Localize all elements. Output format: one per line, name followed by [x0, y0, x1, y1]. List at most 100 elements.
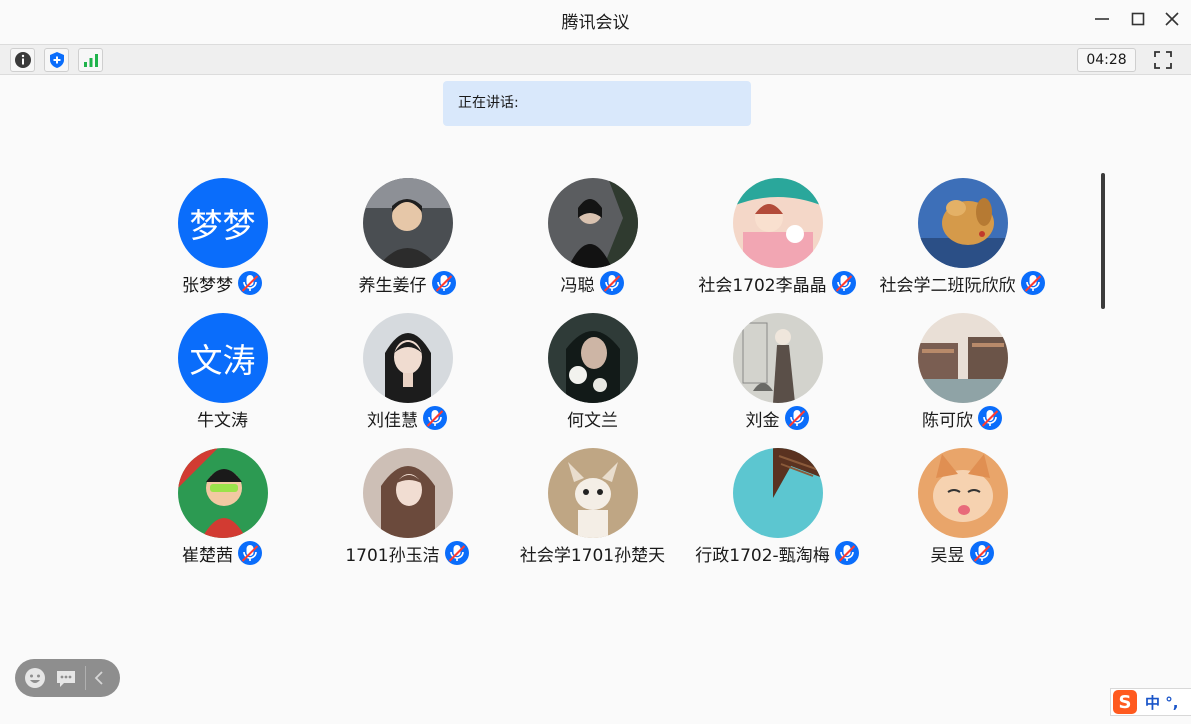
close-button[interactable]	[1157, 7, 1187, 31]
chihuahua-photo-icon	[547, 448, 638, 538]
participant-name: 1701孙玉洁	[345, 545, 440, 566]
avatar[interactable]	[917, 448, 1008, 538]
participant-tile[interactable]: 社会1702李晶晶	[685, 178, 870, 303]
maximize-icon	[1131, 12, 1145, 26]
mic-icon[interactable]	[977, 405, 1003, 431]
person-photo-icon	[547, 178, 638, 268]
meeting-window: 腾讯会议 04:28 正在讲话: 梦梦 张梦梦 养生姜仔 冯聪 社会1702李晶…	[0, 0, 1191, 724]
participant-name: 社会学二班阮欣欣	[879, 275, 1016, 296]
ime-mode-text: 中 °,	[1145, 693, 1179, 712]
avatar[interactable]	[177, 448, 268, 538]
network-status-button[interactable]	[78, 48, 103, 72]
signal-icon	[83, 54, 98, 67]
grid-scrollbar[interactable]	[1101, 173, 1105, 309]
participant-tile[interactable]: 刘佳慧	[315, 313, 500, 438]
mic-icon[interactable]	[1020, 270, 1046, 296]
meeting-info-button[interactable]	[10, 48, 35, 72]
person-photo-icon	[362, 313, 453, 403]
meeting-toolbar: 04:28	[0, 44, 1191, 75]
participant-tile[interactable]: 社会学1701孙楚天	[500, 448, 685, 573]
person-photo-icon	[362, 178, 453, 268]
avatar[interactable]: 梦梦	[177, 178, 268, 268]
mic-icon[interactable]	[599, 270, 625, 296]
participant-tile[interactable]: 行政1702-甄淘梅	[685, 448, 870, 573]
dog-photo-icon	[917, 178, 1008, 268]
avatar[interactable]	[362, 448, 453, 538]
participant-name: 崔楚茜	[182, 545, 233, 566]
participant-name: 养生姜仔	[358, 275, 427, 296]
participant-tile[interactable]: 冯聪	[500, 178, 685, 303]
participant-name: 刘佳慧	[367, 410, 418, 431]
sketch-girl-icon	[732, 313, 823, 403]
info-icon	[14, 52, 31, 68]
mic-icon[interactable]	[784, 405, 810, 431]
participant-tile[interactable]: 社会学二班阮欣欣	[870, 178, 1055, 303]
avatar[interactable]	[547, 313, 638, 403]
participant-tile[interactable]: 1701孙玉洁	[315, 448, 500, 573]
mic-icon[interactable]	[422, 405, 448, 431]
minimize-icon	[1095, 18, 1109, 20]
mic-icon[interactable]	[431, 270, 457, 296]
participant-name: 吴昱	[930, 545, 965, 566]
chat-icon	[57, 671, 75, 687]
participant-tile[interactable]: 崔楚茜	[130, 448, 315, 573]
participant-name: 陈可欣	[922, 410, 973, 431]
toolbar-divider	[85, 666, 86, 690]
speaking-banner: 正在讲话:	[443, 81, 751, 126]
ime-indicator[interactable]: S 中 °,	[1110, 688, 1191, 716]
participant-name: 牛文涛	[197, 410, 248, 431]
mic-icon[interactable]	[237, 270, 263, 296]
meeting-timer: 04:28	[1077, 48, 1136, 72]
fullscreen-icon	[1154, 51, 1172, 69]
cartoon-boy-icon	[177, 448, 268, 538]
avatar[interactable]	[547, 448, 638, 538]
minimize-button[interactable]	[1087, 7, 1117, 31]
participant-tile[interactable]: 吴昱	[870, 448, 1055, 573]
maximize-button[interactable]	[1123, 7, 1153, 31]
mic-icon[interactable]	[444, 540, 470, 566]
participant-name: 冯聪	[560, 275, 595, 296]
person-photo-icon	[362, 448, 453, 538]
city-photo-icon	[917, 313, 1008, 403]
avatar[interactable]	[547, 178, 638, 268]
cat-photo-icon	[917, 448, 1008, 538]
mic-icon[interactable]	[237, 540, 263, 566]
participant-name: 社会学1701孙楚天	[519, 545, 666, 566]
sogou-logo-icon: S	[1113, 690, 1137, 714]
participant-name: 张梦梦	[182, 275, 233, 296]
participant-name: 行政1702-甄淘梅	[695, 545, 830, 566]
close-icon	[1165, 12, 1179, 26]
participant-tile[interactable]: 刘金	[685, 313, 870, 438]
avatar[interactable]	[362, 313, 453, 403]
participant-name: 社会1702李晶晶	[698, 275, 827, 296]
avatar[interactable]: 文涛	[177, 313, 268, 403]
participant-tile[interactable]: 陈可欣	[870, 313, 1055, 438]
avatar[interactable]	[917, 313, 1008, 403]
participant-name: 刘金	[745, 410, 780, 431]
avatar[interactable]	[917, 178, 1008, 268]
participant-name: 何文兰	[567, 410, 618, 431]
participant-tile[interactable]: 何文兰	[500, 313, 685, 438]
avatar[interactable]	[732, 448, 823, 538]
mic-icon[interactable]	[969, 540, 995, 566]
participant-tile[interactable]: 养生姜仔	[315, 178, 500, 303]
emoji-icon	[25, 668, 45, 688]
window-title: 腾讯会议	[561, 13, 630, 33]
person-photo-icon	[547, 313, 638, 403]
chevron-left-icon	[94, 671, 103, 685]
collapse-button[interactable]	[89, 667, 111, 689]
avatar[interactable]	[732, 313, 823, 403]
fullscreen-button[interactable]	[1150, 48, 1176, 72]
cartoon-girl-icon	[732, 178, 823, 268]
title-bar: 腾讯会议	[0, 0, 1191, 44]
emoji-button[interactable]	[24, 667, 46, 689]
abstract-image-icon	[732, 448, 823, 538]
shield-icon	[49, 52, 64, 68]
chat-button[interactable]	[55, 667, 77, 689]
participant-tile[interactable]: 梦梦 张梦梦	[130, 178, 315, 303]
avatar[interactable]	[362, 178, 453, 268]
avatar[interactable]	[732, 178, 823, 268]
security-button[interactable]	[44, 48, 69, 72]
participant-tile[interactable]: 文涛 牛文涛	[130, 313, 315, 438]
floating-toolbar	[15, 659, 120, 697]
